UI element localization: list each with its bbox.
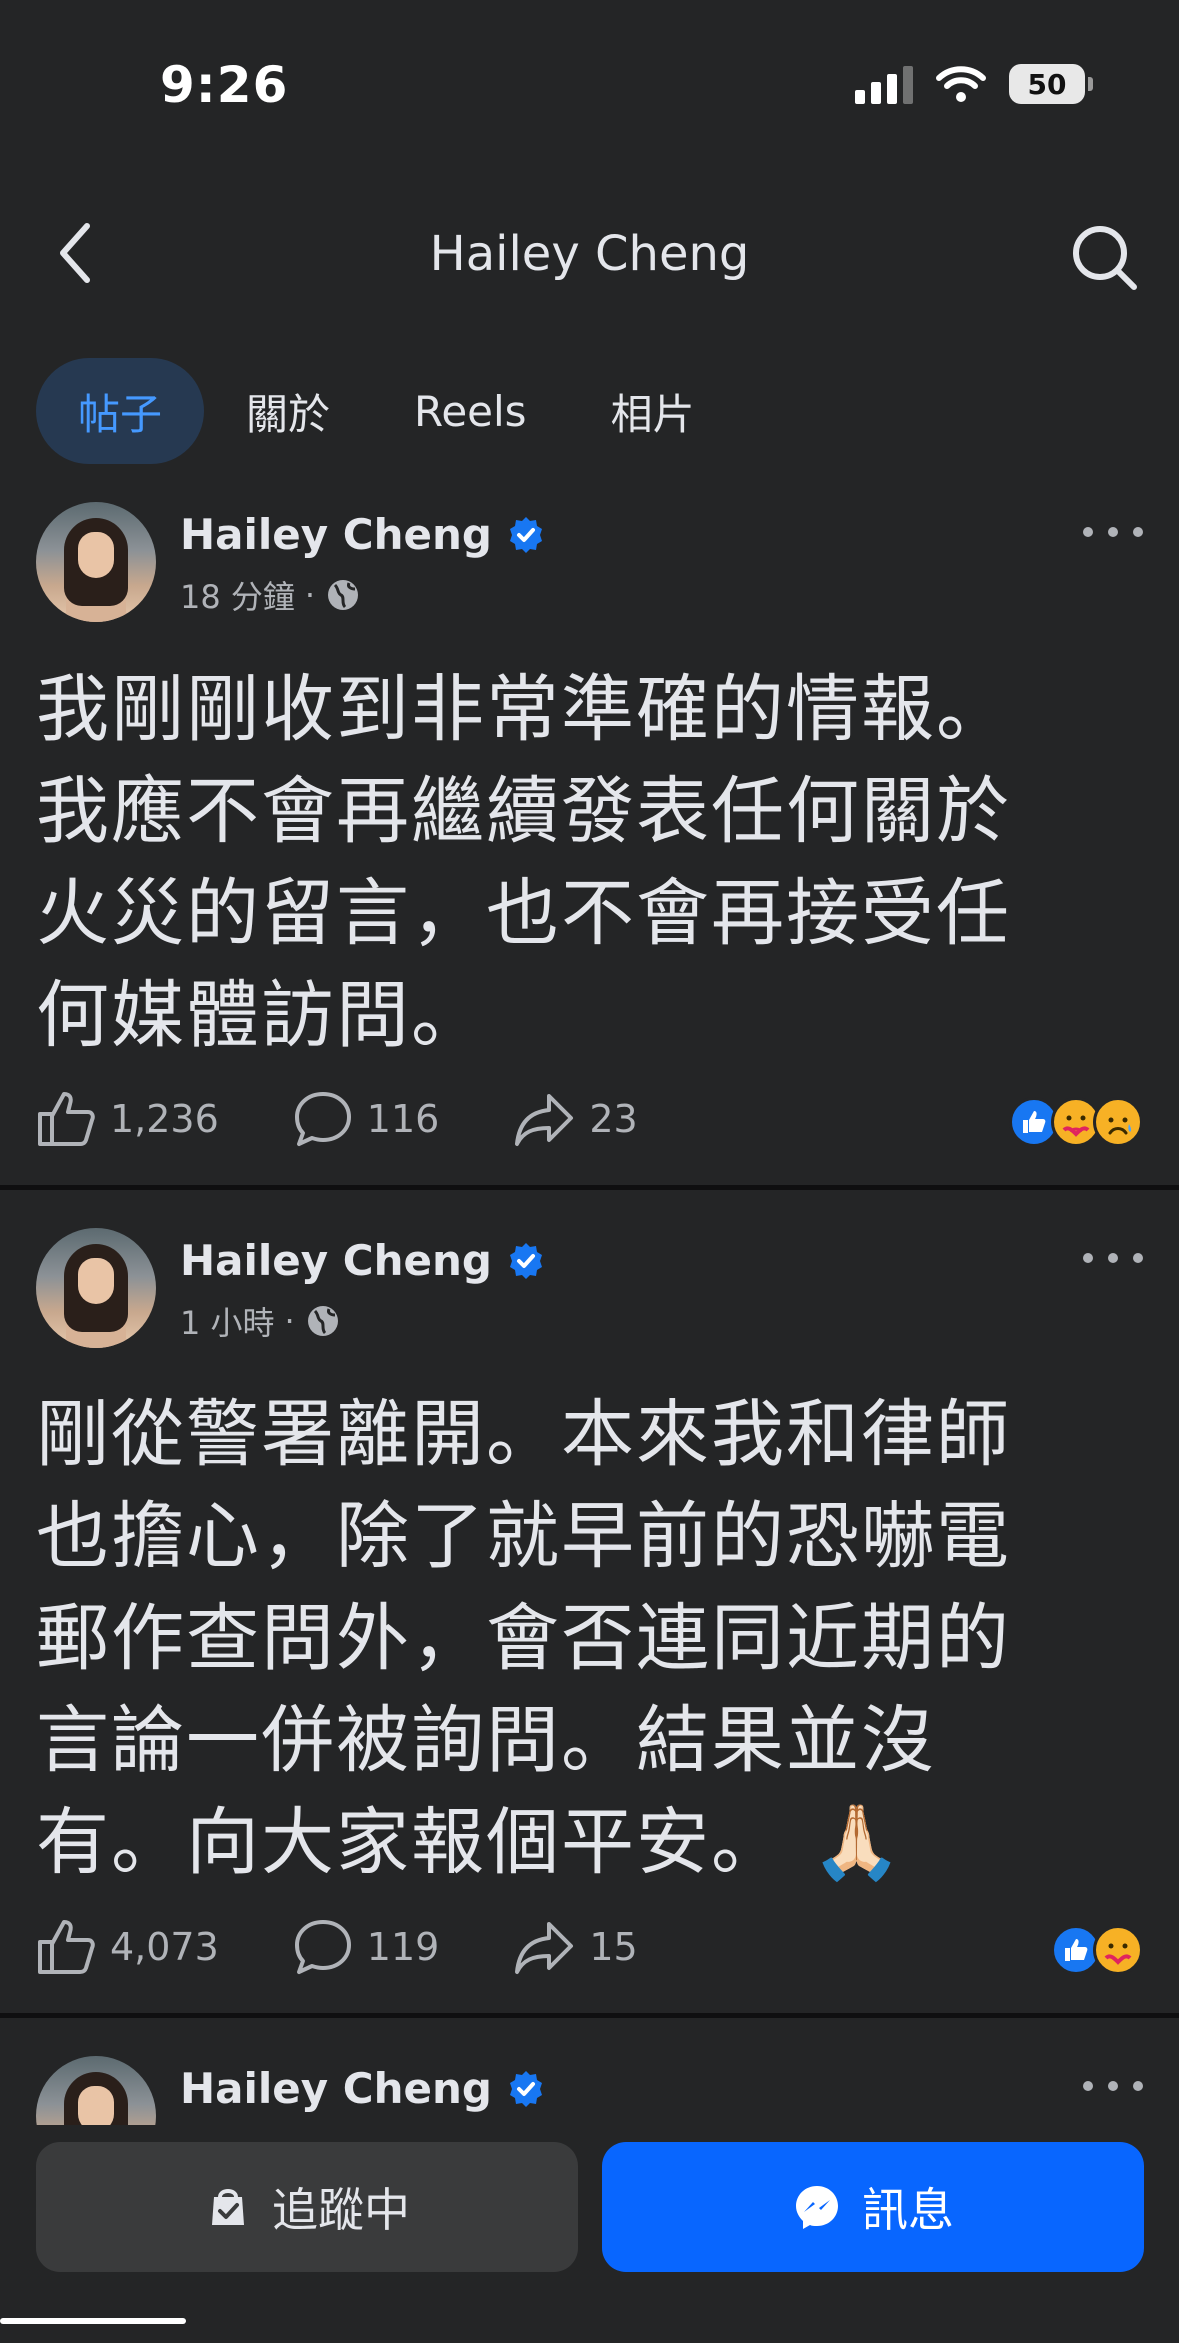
post-author-name: Hailey Cheng bbox=[180, 1236, 492, 1285]
post-time[interactable]: 18 分鐘 bbox=[180, 572, 295, 618]
page-title: Hailey Cheng bbox=[429, 226, 750, 282]
post-author-name: Hailey Cheng bbox=[180, 510, 492, 559]
verified-badge-icon bbox=[509, 2070, 542, 2107]
sad-icon bbox=[1093, 1097, 1143, 1147]
more-options-button[interactable] bbox=[1083, 2066, 1143, 2106]
header: Hailey Cheng bbox=[0, 200, 1179, 310]
search-icon bbox=[1073, 226, 1137, 290]
verified-badge-icon bbox=[509, 516, 542, 553]
tab-posts[interactable]: 帖子 bbox=[36, 358, 205, 464]
post-author-name: Hailey Cheng bbox=[180, 2064, 492, 2113]
comment-count: 116 bbox=[366, 1097, 440, 1141]
like-count: 1,236 bbox=[110, 1097, 219, 1141]
following-button[interactable]: 追蹤中 bbox=[36, 2142, 578, 2272]
post-text: 剛從警署離開。本來我和律師 也擔心，除了就早前的恐嚇電 郵作查問外，會否連同近期… bbox=[36, 1392, 1011, 1885]
post-divider bbox=[0, 2013, 1179, 2018]
comment-icon bbox=[294, 1092, 351, 1146]
more-options-button[interactable] bbox=[1083, 512, 1143, 552]
more-options-button[interactable] bbox=[1083, 1238, 1143, 1278]
messenger-icon bbox=[796, 2186, 838, 2229]
share-count: 23 bbox=[589, 1097, 638, 1141]
like-count: 4,073 bbox=[110, 1925, 219, 1969]
post-author[interactable]: Hailey Cheng bbox=[180, 1236, 546, 1285]
avatar[interactable] bbox=[36, 502, 156, 622]
care-icon bbox=[1093, 1925, 1143, 1975]
share-button[interactable]: 23 bbox=[513, 1090, 638, 1148]
following-check-icon bbox=[212, 2189, 244, 2225]
verified-badge-icon bbox=[509, 1242, 542, 1279]
post-actions: 1,236 116 23 bbox=[36, 1090, 712, 1148]
wifi-icon bbox=[936, 66, 986, 102]
reaction-summary[interactable] bbox=[1009, 1097, 1143, 1147]
battery-icon: 50 bbox=[1009, 64, 1093, 104]
share-button[interactable]: 15 bbox=[513, 1918, 638, 1976]
share-count: 15 bbox=[589, 1925, 638, 1969]
like-button[interactable]: 4,073 bbox=[36, 1918, 219, 1976]
bottom-action-bar: 追蹤中 訊息 bbox=[0, 2125, 1179, 2343]
status-icons: 50 bbox=[855, 64, 1093, 104]
globe-icon bbox=[328, 580, 359, 610]
like-button[interactable]: 1,236 bbox=[36, 1090, 219, 1148]
globe-icon bbox=[307, 1306, 338, 1336]
status-time: 9:26 bbox=[160, 56, 289, 114]
post-text: 我剛剛收到非常準確的情報。 我應不會再繼續發表任何關於 火災的留言，也不會再接受… bbox=[36, 667, 1011, 1058]
share-icon bbox=[515, 1922, 574, 1974]
post-actions: 4,073 119 15 bbox=[36, 1918, 712, 1976]
reaction-summary[interactable] bbox=[1051, 1925, 1143, 1975]
profile-tabs: 帖子 關於 Reels 相片 bbox=[36, 358, 737, 464]
following-label: 追蹤中 bbox=[272, 2183, 410, 2237]
post-meta: 18 分鐘 · bbox=[180, 572, 361, 618]
home-indicator[interactable] bbox=[0, 2318, 186, 2324]
post-author[interactable]: Hailey Cheng bbox=[180, 510, 546, 559]
thumbs-up-icon bbox=[38, 1920, 95, 1974]
tab-photos[interactable]: 相片 bbox=[569, 358, 737, 464]
post-time[interactable]: 1 小時 bbox=[180, 1298, 275, 1344]
meta-separator: · bbox=[304, 576, 316, 614]
meta-separator: · bbox=[284, 1302, 295, 1340]
comment-icon bbox=[294, 1920, 351, 1974]
share-icon bbox=[515, 1094, 574, 1146]
comment-button[interactable]: 116 bbox=[293, 1090, 440, 1148]
message-label: 訊息 bbox=[862, 2183, 954, 2237]
tab-reels[interactable]: Reels bbox=[372, 358, 569, 464]
thumbs-up-icon bbox=[38, 1092, 95, 1146]
comment-button[interactable]: 119 bbox=[293, 1918, 440, 1976]
search-button[interactable] bbox=[1065, 218, 1145, 298]
cellular-signal-icon bbox=[855, 64, 913, 104]
post-meta: 1 小時 · bbox=[180, 1298, 341, 1344]
message-button[interactable]: 訊息 bbox=[602, 2142, 1144, 2272]
comment-count: 119 bbox=[366, 1925, 440, 1969]
status-bar: 9:26 50 bbox=[0, 0, 1179, 175]
tab-about[interactable]: 關於 bbox=[204, 358, 372, 464]
avatar[interactable] bbox=[36, 1228, 156, 1348]
post-divider bbox=[0, 1185, 1179, 1190]
post-author[interactable]: Hailey Cheng bbox=[180, 2064, 546, 2113]
